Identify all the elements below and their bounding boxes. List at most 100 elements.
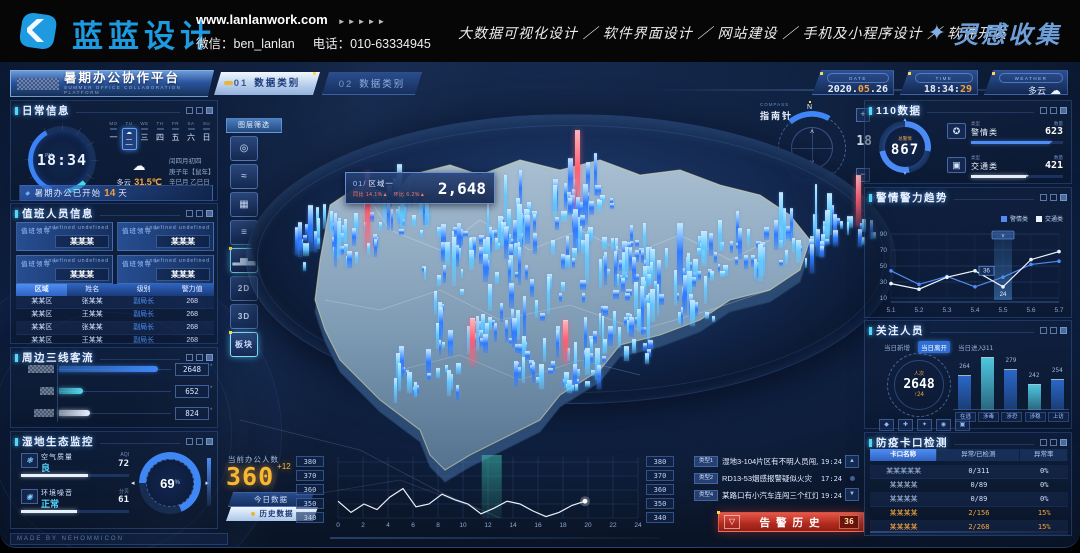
close-icon[interactable]: [1060, 107, 1067, 114]
eco-gauge-value: 69: [160, 476, 174, 491]
left-arrow-icon[interactable]: ◂: [131, 479, 135, 487]
alert-row[interactable]: 类型4某路口有小汽车连闯三个红灯19:24: [694, 489, 842, 502]
panel-checkpoint-detect: 防疫卡口检测 卡口名称异常/已检测异常率 某某某某某0/3110%某某某某0/8…: [864, 432, 1072, 536]
panel-title: 湿地生态监控: [22, 434, 94, 449]
minimize-icon[interactable]: [1040, 439, 1047, 446]
card-controls[interactable]: undefined undefined: [45, 225, 109, 231]
close-icon[interactable]: [206, 438, 213, 445]
checkpoint-table: 某某某某某0/3110%某某某某0/890%某某某某0/890%某某某某2/15…: [870, 465, 1068, 535]
table-row: 某某区张某某副局长268: [16, 322, 214, 335]
alert-tag: 类型4: [694, 490, 718, 501]
corner-tick-icon: [869, 439, 872, 447]
weather-label: WEATHER: [999, 73, 1063, 83]
card-controls[interactable]: undefined undefined: [45, 258, 109, 264]
card-controls[interactable]: undefined undefined: [146, 225, 210, 231]
focus-tab[interactable]: 当日离开: [918, 341, 950, 353]
minimize-icon[interactable]: [186, 438, 193, 445]
inspiration-collect[interactable]: ✦ 灵感收集: [928, 15, 1062, 50]
close-icon[interactable]: [1060, 327, 1067, 334]
card-controls[interactable]: undefined undefined: [146, 258, 210, 264]
alert-time: 19:24: [821, 458, 842, 466]
eco-slider[interactable]: [207, 458, 211, 506]
scroll-down-button[interactable]: ▼: [845, 488, 859, 501]
lanlan-logo-icon: [16, 9, 60, 53]
alarm-history-label: 告警历史: [740, 515, 839, 530]
maximize-icon[interactable]: [196, 438, 203, 445]
focus-bar: [1051, 379, 1064, 410]
weather-value: 多云: [1028, 84, 1046, 97]
maximize-icon[interactable]: [196, 354, 203, 361]
website-link[interactable]: www.lanlanwork.com: [196, 12, 328, 27]
yaxis-value-box: 380: [646, 456, 674, 467]
noise-icon[interactable]: ◉: [936, 419, 951, 431]
gauge-110-value: 867: [891, 142, 919, 158]
focus-tab[interactable]: 当日新增: [881, 341, 913, 353]
tab-data-category-02[interactable]: 02数据类别: [322, 72, 422, 95]
svg-text:20: 20: [584, 522, 592, 529]
up-triangle-icon: ▲: [383, 192, 388, 198]
sparkle-icon[interactable]: ✦: [917, 419, 932, 431]
svg-text:5.1: 5.1: [886, 307, 895, 314]
flow-row: 652*: [11, 384, 219, 398]
minimize-icon[interactable]: [186, 354, 193, 361]
close-icon[interactable]: [206, 354, 213, 361]
weekday-SU: SU日: [200, 121, 213, 150]
svg-text:4: 4: [386, 522, 390, 529]
censored-line-label: [34, 409, 54, 417]
made-by-footer: MADE BY NEHOMMICON: [10, 533, 228, 545]
air-quality-bar: [21, 474, 129, 477]
time-sec: 29: [960, 84, 972, 95]
close-icon[interactable]: [206, 107, 213, 114]
time-label: TIME: [915, 73, 973, 83]
scroll-up-button[interactable]: ▲: [845, 455, 859, 468]
maximize-icon[interactable]: [1050, 107, 1057, 114]
minimize-icon[interactable]: [1040, 194, 1047, 201]
notice-days: 14: [104, 188, 115, 199]
weekday-FR: FR五: [169, 121, 182, 150]
minimize-icon[interactable]: [186, 107, 193, 114]
sparkle-icon: ✦: [928, 20, 946, 46]
minimize-icon[interactable]: [186, 210, 193, 217]
alert-time: 19:24: [821, 492, 842, 500]
tab-data-category-01[interactable]: 01数据类别: [214, 72, 320, 95]
svg-text:8: 8: [436, 522, 440, 529]
bar-value: 242: [1023, 372, 1046, 379]
page-subtitle: SUMMER OFFICE COLLABORATION PLATFORM: [64, 86, 213, 95]
maximize-icon[interactable]: [196, 107, 203, 114]
bar-category: 涉毒: [978, 412, 999, 422]
svg-text:14: 14: [509, 522, 517, 529]
table-row: 某某区王某某副局长268: [16, 335, 214, 344]
date-year: 2020: [828, 84, 852, 95]
minimize-icon[interactable]: [1040, 107, 1047, 114]
compass-label-en: COMPASS: [760, 102, 789, 107]
office-trend-chart: 024681012141618202224: [330, 449, 648, 534]
maximize-icon[interactable]: [1050, 327, 1057, 334]
checkpoint-footer-line: [870, 531, 1068, 533]
alert-row[interactable]: 类型1湿地3-104片区有不明人员闯入19:24: [694, 455, 842, 468]
alert-scrollbar: ▲ ▼: [846, 455, 858, 501]
close-icon[interactable]: [1060, 439, 1067, 446]
table-row: 某某区张某某副局长268: [16, 296, 214, 309]
panel-title: 值班人员信息: [22, 206, 94, 221]
gauge-110: ▲ 总警情 867 ▼: [879, 121, 931, 173]
alarm-history-button[interactable]: ▽ 告警历史 36: [718, 512, 864, 532]
plus-icon[interactable]: ✚: [898, 419, 913, 431]
svg-text:0: 0: [336, 522, 340, 529]
close-icon[interactable]: [206, 210, 213, 217]
maximize-icon[interactable]: [196, 210, 203, 217]
alert-row[interactable]: 类型2RD13-53烟感报警疑似火灾17:24: [694, 472, 842, 485]
corner-tick-icon: [15, 210, 18, 218]
maximize-icon[interactable]: [1050, 194, 1057, 201]
alert-text: 湿地3-104片区有不明人员闯入: [722, 456, 818, 467]
weekday-TU: TU☁二: [123, 121, 136, 150]
leaf-icon: ❃: [21, 453, 38, 468]
duty-leader-name: 某某某: [156, 268, 210, 281]
maximize-icon[interactable]: [1050, 439, 1057, 446]
close-icon[interactable]: [1060, 194, 1067, 201]
noise-bar: [21, 510, 129, 513]
focus-ring-delta: ↑24: [914, 392, 924, 399]
stat-row-警情类: ✪类型警情类数量623▸: [947, 121, 1063, 147]
date-label: DATE: [827, 73, 889, 83]
diamond-icon[interactable]: ◆: [879, 419, 894, 431]
minimize-icon[interactable]: [1040, 327, 1047, 334]
